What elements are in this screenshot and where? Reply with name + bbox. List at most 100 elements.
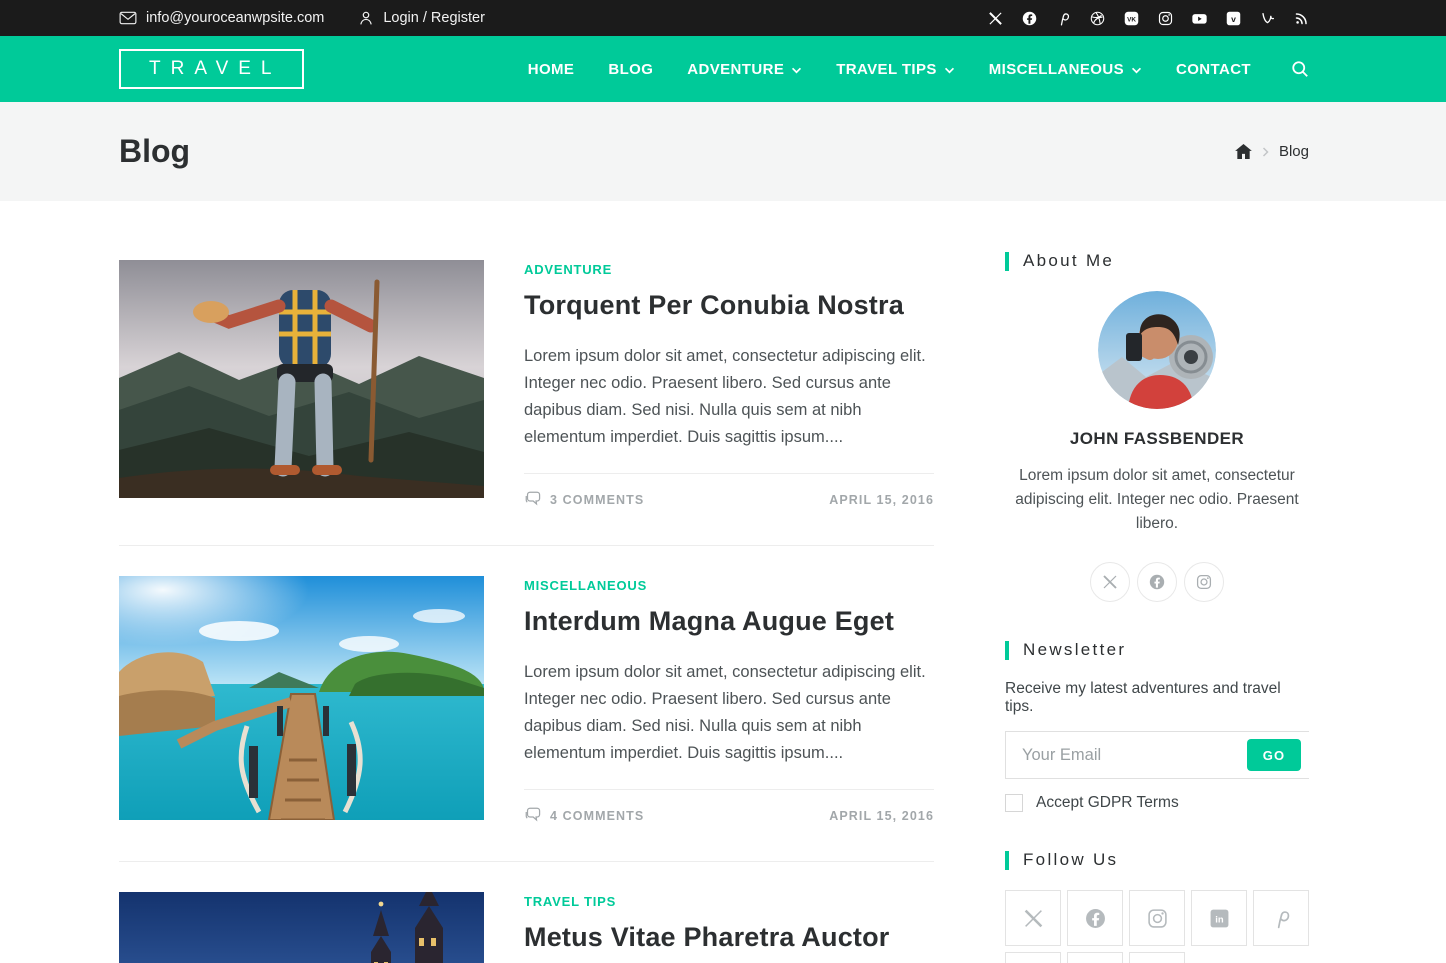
page-header: Blog Blog [0, 102, 1446, 201]
nav-item-contact[interactable]: CONTACT [1176, 61, 1251, 78]
avatar [1098, 291, 1216, 409]
post-title[interactable]: Torquent Per Conubia Nostra [524, 290, 934, 321]
instagram-icon[interactable] [1157, 10, 1173, 26]
newsletter-go-button[interactable]: GO [1247, 739, 1301, 771]
nav-item-travel-tips[interactable]: TRAVEL TIPS [836, 61, 955, 78]
envelope-icon [119, 11, 137, 25]
about-social [1005, 562, 1309, 602]
youtube-icon[interactable] [1191, 10, 1207, 26]
page-title: Blog [119, 133, 190, 170]
comments-count: 4 COMMENTS [550, 809, 644, 823]
breadcrumb: Blog [1235, 143, 1309, 160]
rss-icon[interactable] [1129, 952, 1185, 963]
widget-newsletter: Newsletter Receive my latest adventures … [1005, 640, 1309, 812]
gdpr-label: Accept GDPR Terms [1036, 794, 1179, 812]
chevron-right-icon [1262, 147, 1269, 157]
x-icon[interactable] [1090, 562, 1130, 602]
topbar-email-text[interactable]: info@youroceanwpsite.com [146, 10, 324, 26]
widget-title-text: Follow Us [1023, 850, 1118, 870]
comment-bubble-icon [524, 491, 541, 509]
svg-text:v: v [1231, 13, 1236, 23]
newsletter-form: GO [1005, 731, 1309, 779]
sidebar: About Me [1005, 201, 1309, 963]
blog-post-list: ADVENTURE Torquent Per Conubia Nostra Lo… [119, 201, 934, 963]
post-date: APRIL 15, 2016 [829, 493, 934, 507]
linkedin-icon[interactable]: in [1191, 890, 1247, 946]
post-hiker: ADVENTURE Torquent Per Conubia Nostra Lo… [119, 260, 934, 509]
instagram-icon[interactable] [1184, 562, 1224, 602]
post-thumbnail-bridge[interactable] [119, 892, 484, 963]
post-category[interactable]: ADVENTURE [524, 262, 934, 277]
topbar-social: VK v [987, 10, 1309, 26]
vk-icon[interactable]: VK [1123, 10, 1139, 26]
home-icon[interactable] [1235, 144, 1252, 159]
nav-item-blog[interactable]: BLOG [608, 61, 653, 78]
widget-accent-bar [1005, 851, 1009, 870]
comments-link[interactable]: 4 COMMENTS [524, 807, 644, 825]
chevron-down-icon [944, 65, 955, 74]
page: info@youroceanwpsite.com Login / Registe… [0, 0, 1446, 963]
post-category[interactable]: TRAVEL TIPS [524, 894, 934, 909]
gdpr-checkbox[interactable] [1005, 794, 1023, 812]
dribbble-icon[interactable] [1089, 10, 1105, 26]
comments-link[interactable]: 3 COMMENTS [524, 491, 644, 509]
topbar-login-text[interactable]: Login / Register [383, 10, 485, 26]
site-logo[interactable]: TRAVEL [119, 49, 304, 89]
rss-icon[interactable] [1293, 10, 1309, 26]
nav-item-adventure[interactable]: ADVENTURE [687, 61, 802, 78]
vimeo-icon[interactable]: v [1225, 10, 1241, 26]
facebook-icon[interactable] [1021, 10, 1037, 26]
x-icon[interactable] [1005, 890, 1061, 946]
comment-bubble-icon [524, 807, 541, 825]
nav-label: TRAVEL TIPS [836, 61, 937, 78]
facebook-icon[interactable] [1067, 890, 1123, 946]
breadcrumb-current: Blog [1279, 143, 1309, 160]
widget-about-me: About Me [1005, 251, 1309, 602]
topbar-login-register[interactable]: Login / Register [358, 10, 485, 26]
nav-item-miscellaneous[interactable]: MISCELLANEOUS [989, 61, 1142, 78]
widget-accent-bar [1005, 641, 1009, 660]
topbar: info@youroceanwpsite.com Login / Registe… [0, 0, 1446, 36]
site-header: TRAVEL HOME BLOG ADVENTURE TRAVEL TIPS M… [0, 36, 1446, 102]
post-excerpt: Lorem ipsum dolor sit amet, consectetur … [524, 343, 934, 451]
post-category[interactable]: MISCELLANEOUS [524, 578, 934, 593]
comments-count: 3 COMMENTS [550, 493, 644, 507]
nav-label: CONTACT [1176, 61, 1251, 78]
post-excerpt: Lorem ipsum dolor sit amet, consectetur … [524, 659, 934, 767]
content-area: ADVENTURE Torquent Per Conubia Nostra Lo… [119, 201, 1309, 963]
widget-title-text: Newsletter [1023, 640, 1126, 660]
vine-icon[interactable] [1259, 10, 1275, 26]
nav-label: BLOG [608, 61, 653, 78]
chevron-down-icon [1131, 65, 1142, 74]
facebook-icon[interactable] [1137, 562, 1177, 602]
post-meta: 4 COMMENTS APRIL 15, 2016 [524, 789, 934, 825]
widget-title-text: About Me [1023, 251, 1114, 271]
pinterest-icon[interactable] [1055, 10, 1071, 26]
widget-accent-bar [1005, 252, 1009, 271]
youtube-icon[interactable] [1067, 952, 1123, 963]
vine-icon[interactable] [1005, 952, 1061, 963]
nav-label: MISCELLANEOUS [989, 61, 1124, 78]
nav-label: HOME [528, 61, 575, 78]
search-icon[interactable] [1291, 60, 1309, 78]
post-thumbnail-pier[interactable] [119, 576, 484, 820]
newsletter-description: Receive my latest adventures and travel … [1005, 680, 1309, 716]
follow-grid: in [1005, 890, 1309, 963]
widget-follow-us: Follow Us in [1005, 850, 1309, 963]
nav-label: ADVENTURE [687, 61, 784, 78]
main-nav: HOME BLOG ADVENTURE TRAVEL TIPS MISCELLA… [528, 60, 1309, 78]
post-meta: 3 COMMENTS APRIL 15, 2016 [524, 473, 934, 509]
post-divider [119, 861, 934, 862]
user-icon [358, 10, 374, 26]
topbar-email[interactable]: info@youroceanwpsite.com [119, 10, 324, 26]
nav-item-home[interactable]: HOME [528, 61, 575, 78]
post-pier: MISCELLANEOUS Interdum Magna Augue Eget … [119, 576, 934, 825]
post-thumbnail-hiker[interactable] [119, 260, 484, 498]
x-icon[interactable] [987, 10, 1003, 26]
instagram-icon[interactable] [1129, 890, 1185, 946]
post-title[interactable]: Metus Vitae Pharetra Auctor [524, 922, 934, 953]
post-title[interactable]: Interdum Magna Augue Eget [524, 606, 934, 637]
pinterest-icon[interactable] [1253, 890, 1309, 946]
post-bridge: TRAVEL TIPS Metus Vitae Pharetra Auctor [119, 892, 934, 963]
author-bio: Lorem ipsum dolor sit amet, consectetur … [1005, 464, 1309, 536]
